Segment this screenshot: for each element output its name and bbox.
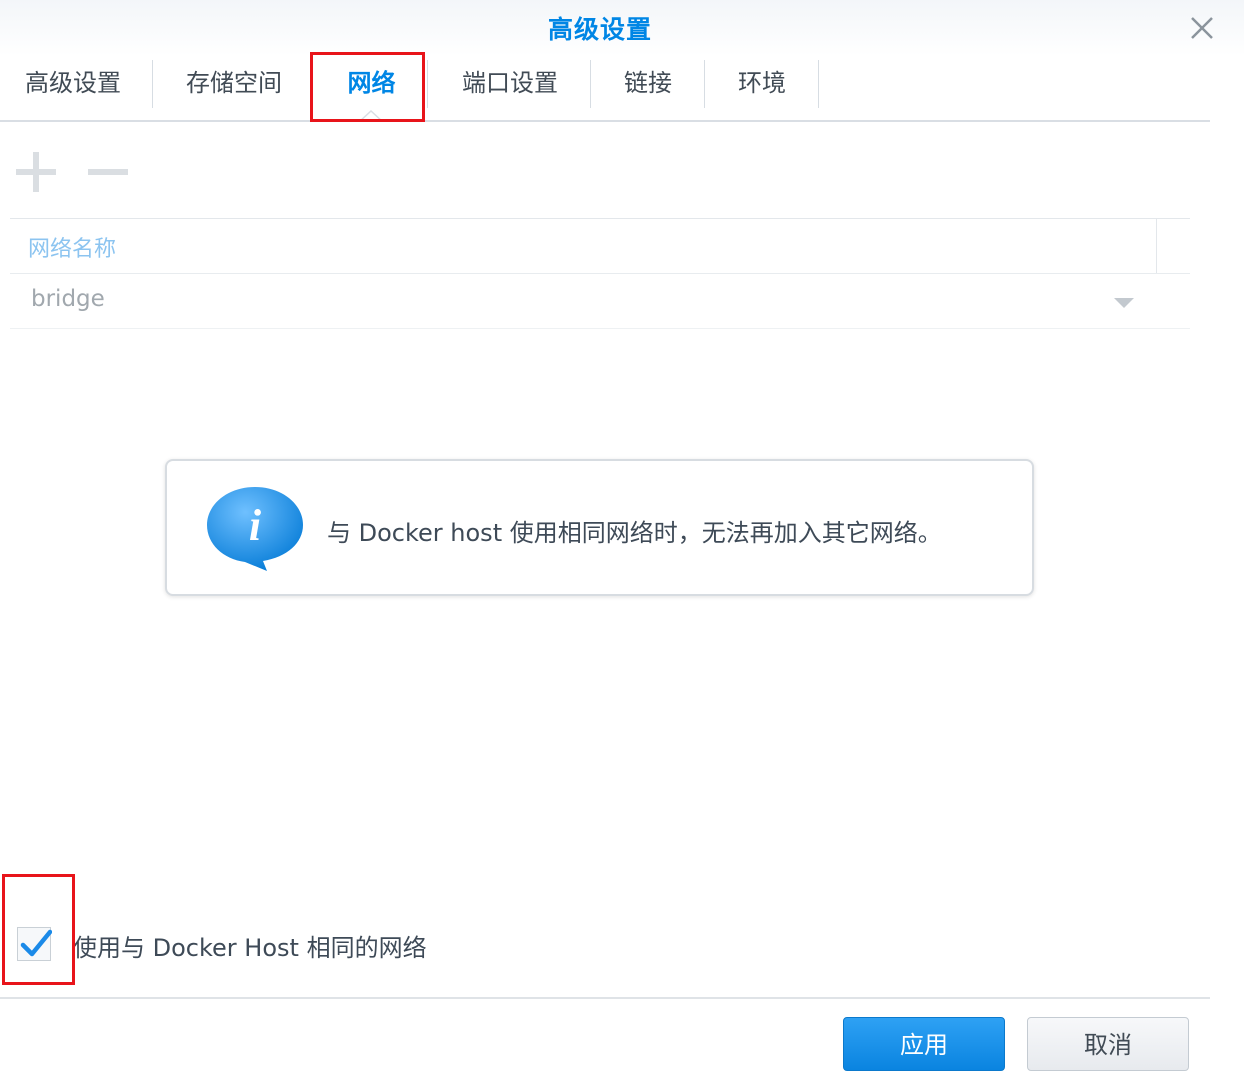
network-grid-header: 网络名称 — [10, 219, 1190, 274]
use-host-network-label[interactable]: 使用与 Docker Host 相同的网络 — [73, 928, 427, 963]
info-bubble-icon: i — [207, 487, 303, 571]
svg-text:i: i — [249, 501, 262, 550]
column-header-network-name[interactable]: 网络名称 — [28, 231, 116, 263]
network-name-cell: bridge — [31, 286, 105, 312]
active-tab-caret-icon — [359, 110, 383, 122]
remove-network-button[interactable] — [86, 150, 130, 194]
close-icon — [1191, 17, 1213, 39]
tab-divider — [152, 60, 153, 108]
tab-divider — [818, 60, 819, 108]
tab-divider — [704, 60, 705, 108]
cancel-button[interactable]: 取消 — [1027, 1017, 1189, 1071]
minus-icon — [88, 169, 128, 175]
table-row[interactable]: bridge — [10, 274, 1190, 329]
tab-links[interactable]: 链接 — [598, 56, 698, 120]
info-message-box: i 与 Docker host 使用相同网络时，无法再加入其它网络。 — [165, 459, 1034, 596]
title-bar: 高级设置 — [0, 0, 1244, 56]
tab-storage[interactable]: 存储空间 — [160, 56, 308, 120]
footer-divider — [0, 997, 1210, 999]
column-divider — [1156, 219, 1157, 273]
apply-button[interactable]: 应用 — [843, 1017, 1005, 1071]
chevron-down-icon[interactable] — [1114, 298, 1134, 310]
window-title: 高级设置 — [547, 15, 652, 44]
info-message-text: 与 Docker host 使用相同网络时，无法再加入其它网络。 — [327, 519, 942, 547]
tab-port-settings[interactable]: 端口设置 — [440, 56, 580, 120]
tab-environment[interactable]: 环境 — [712, 56, 812, 120]
tab-advanced-settings[interactable]: 高级设置 — [0, 56, 146, 120]
plus-icon — [16, 152, 56, 192]
close-button[interactable] — [1184, 10, 1220, 46]
use-host-network-checkbox[interactable] — [17, 927, 52, 961]
tab-divider — [590, 60, 591, 108]
checkmark-icon — [20, 929, 52, 957]
add-network-button[interactable] — [14, 150, 58, 194]
tab-divider — [427, 60, 428, 108]
tab-bar: 高级设置 存储空间 网络 端口设置 链接 环境 — [0, 56, 1210, 120]
tab-bar-underline — [0, 120, 1210, 122]
